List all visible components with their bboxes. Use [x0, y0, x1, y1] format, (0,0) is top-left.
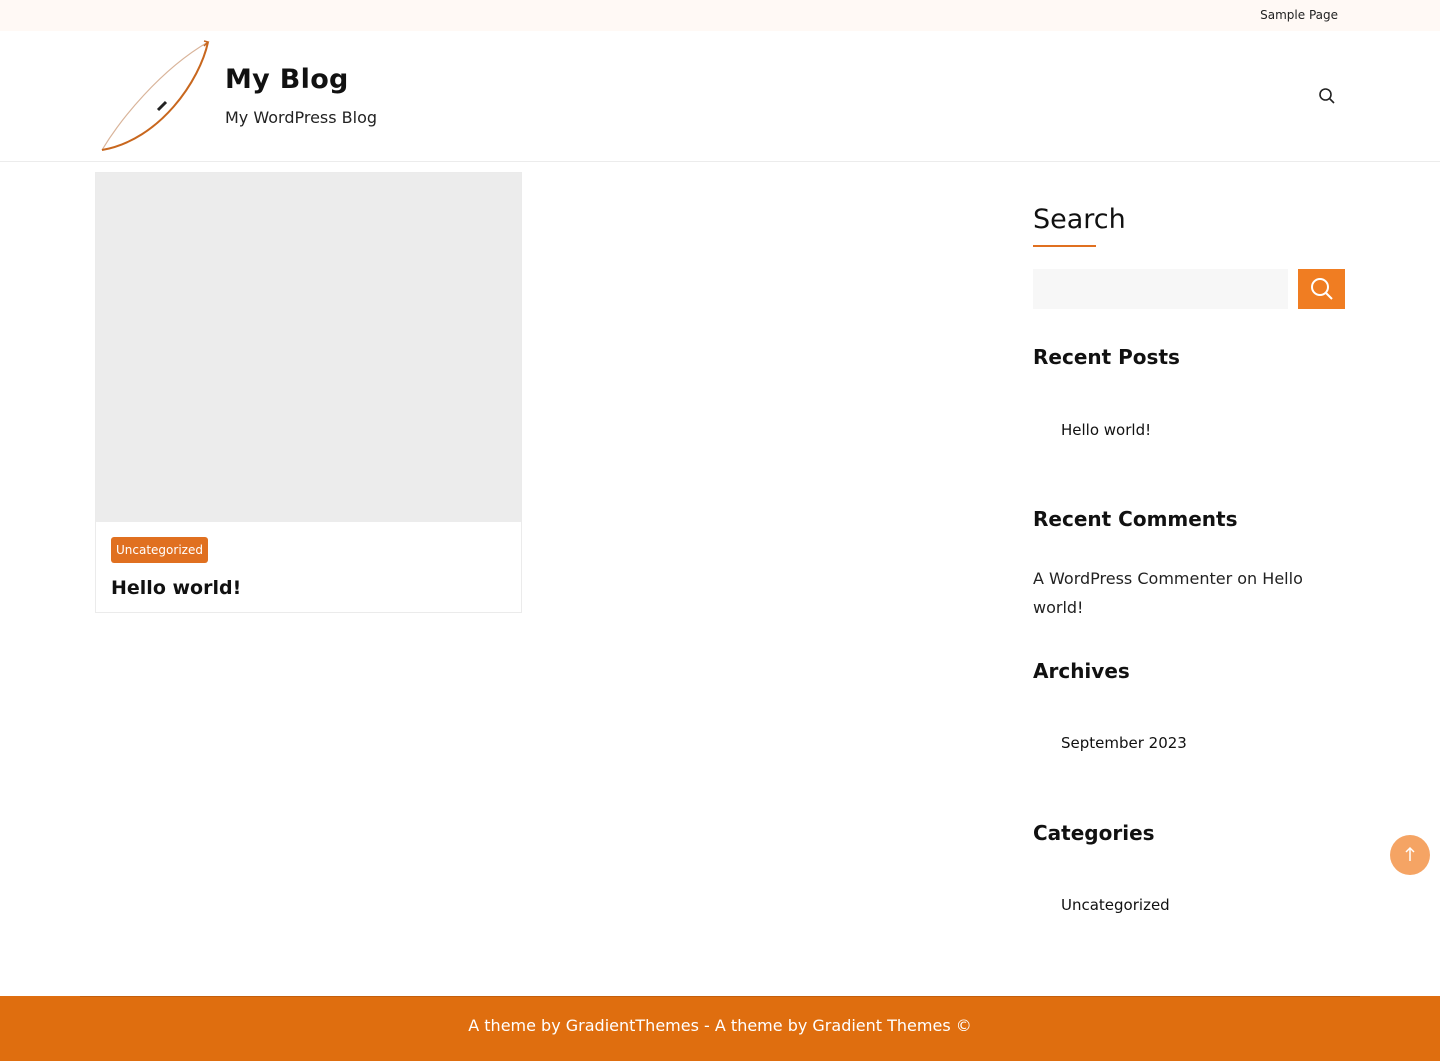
category-link[interactable]: Uncategorized: [1061, 896, 1170, 914]
footer-divider: [80, 996, 1360, 997]
post-card: Uncategorized Hello world!: [95, 172, 522, 613]
back-to-top-button[interactable]: [1390, 835, 1430, 875]
recent-comment: A WordPress Commenter on Hello world!: [1033, 564, 1333, 622]
title-underline: [1033, 245, 1096, 247]
footer-suffix: ©: [950, 1016, 972, 1035]
footer-middle: - A theme by: [698, 1016, 813, 1035]
footer-link-gradient-themes[interactable]: Gradient Themes: [812, 1016, 950, 1035]
post-title[interactable]: Hello world!: [111, 577, 241, 599]
site-header: My Blog My WordPress Blog: [0, 31, 1440, 162]
footer-credits: A theme by GradientThemes - A theme by G…: [0, 1016, 1440, 1035]
comment-on-text: on: [1237, 569, 1258, 588]
categories-title: Categories: [1033, 821, 1155, 845]
recent-post-link[interactable]: Hello world!: [1061, 421, 1151, 439]
post-category-badge[interactable]: Uncategorized: [111, 537, 208, 563]
nav-sample-page[interactable]: Sample Page: [1260, 8, 1338, 22]
archives-title: Archives: [1033, 659, 1130, 683]
post-thumbnail[interactable]: [96, 173, 521, 522]
search-button[interactable]: [1298, 269, 1345, 309]
comment-author-link[interactable]: A WordPress Commenter: [1033, 569, 1232, 588]
footer-prefix: A theme by: [468, 1016, 566, 1035]
recent-comments-title: Recent Comments: [1033, 507, 1238, 531]
search-icon[interactable]: [1317, 86, 1337, 106]
footer-link-gradientthemes[interactable]: GradientThemes: [566, 1016, 699, 1035]
site-description: My WordPress Blog: [225, 108, 378, 127]
arrow-up-icon: [1405, 846, 1415, 861]
bow-icon[interactable]: [100, 40, 210, 152]
site-title[interactable]: My Blog: [225, 64, 349, 95]
search-input[interactable]: [1033, 269, 1288, 309]
search-icon: [1310, 278, 1333, 300]
recent-posts-title: Recent Posts: [1033, 345, 1180, 369]
top-bar: Sample Page: [0, 0, 1440, 31]
search-widget-title: Search: [1033, 204, 1126, 235]
archive-link[interactable]: September 2023: [1061, 734, 1187, 752]
